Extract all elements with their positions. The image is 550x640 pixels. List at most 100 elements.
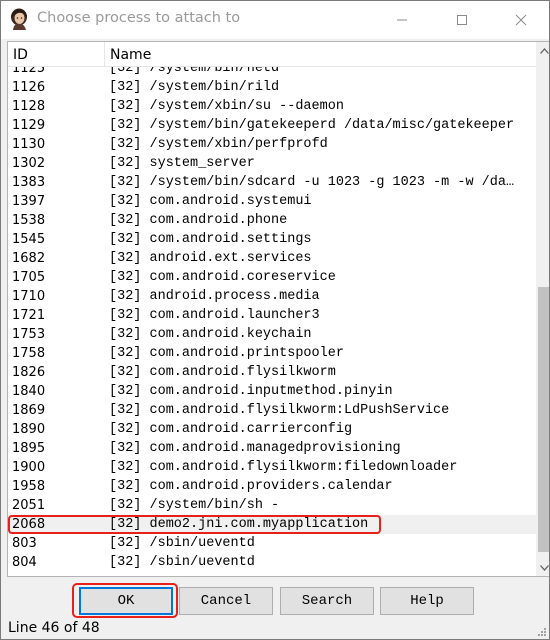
process-name: [32] com.android.phone [109,213,288,228]
process-name: [32] /system/xbin/su --daemon [109,99,344,114]
process-name: [32] com.android.coreservice [109,270,336,285]
table-row[interactable]: 1125 [32] /system/bin/netd [8,67,536,78]
table-row[interactable]: 804 [32] /sbin/ueventd [8,553,536,572]
status-line: Line 46 of 48 [8,620,100,636]
process-name: [32] demo2.jni.com.myapplication [109,517,369,532]
process-id: 1682 [12,251,46,266]
resize-grip-icon[interactable] [537,627,547,637]
title-bar[interactable]: Choose process to attach to [1,1,549,39]
process-name: [32] com.android.printspooler [109,346,344,361]
process-id: 1758 [12,346,46,361]
process-id: 1397 [12,194,46,209]
process-id: 1895 [12,441,46,456]
process-name: [32] com.android.launcher3 [109,308,320,323]
table-row[interactable]: 1900 [32] com.android.flysilkworm:filedow… [8,458,536,477]
process-id: 1545 [12,232,46,247]
table-row[interactable]: 1958 [32] com.android.providers.calendar [8,477,536,496]
process-id: 1826 [12,365,46,380]
maximize-button[interactable] [439,1,485,39]
column-header-id[interactable]: ID [13,42,28,66]
app-logo-icon [9,8,29,30]
table-row[interactable]: 1682 [32] android.ext.services [8,249,536,268]
table-row[interactable]: 1538 [32] com.android.phone [8,211,536,230]
process-id: 1383 [12,175,46,190]
process-id: 1958 [12,479,46,494]
table-row[interactable]: 1126 [32] /system/bin/rild [8,78,536,97]
table-row[interactable]: 2051 [32] /system/bin/sh - [8,496,536,515]
process-name: [32] /sbin/ueventd [109,536,255,551]
table-row[interactable]: 1397 [32] com.android.systemui [8,192,536,211]
process-id: 803 [12,536,37,551]
table-row[interactable]: 1545 [32] com.android.settings [8,230,536,249]
column-header-name[interactable]: Name [110,42,151,66]
process-id: 1869 [12,403,46,418]
table-row[interactable]: 803 [32] /sbin/ueventd [8,534,536,553]
scroll-up-button[interactable] [536,42,549,59]
process-name: [32] com.android.settings [109,232,312,247]
table-row-selected[interactable]: 2068 [32] demo2.jni.com.myapplication [8,515,536,534]
chevron-down-icon [539,564,549,571]
list-rows: 1125 [32] /system/bin/netd 1126 [32] /syste… [8,67,536,572]
process-name: [32] android.ext.services [109,251,312,266]
process-name: [32] com.android.systemui [109,194,312,209]
process-id: 1753 [12,327,46,342]
process-name: [32] /sbin/ueventd [109,555,255,570]
process-id: 1129 [12,118,46,133]
process-id: 1126 [12,80,46,95]
minimize-button[interactable] [379,1,425,39]
list-header: ID Name [8,42,536,67]
attach-process-dialog: Choose process to attach to ID Name 1125… [0,0,550,640]
table-row[interactable]: 1383 [32] /system/bin/sdcard -u 1023 -g 1… [8,173,536,192]
process-name: [32] /system/bin/gatekeeperd /data/misc/… [109,118,515,133]
process-id: 2051 [12,498,46,513]
table-row[interactable]: 1890 [32] com.android.carrierconfig [8,420,536,439]
window-title: Choose process to attach to [37,10,241,26]
table-row[interactable]: 1302 [32] system_server [8,154,536,173]
table-row[interactable]: 1129 [32] /system/bin/gatekeeperd /data/m… [8,116,536,135]
search-button[interactable]: Search [280,587,374,615]
process-name: [32] com.android.keychain [109,327,312,342]
process-id: 1302 [12,156,46,171]
ok-button[interactable]: OK [79,587,173,615]
process-name: [32] android.process.media [109,289,320,304]
list-body: 1125 [32] /system/bin/netd 1126 [32] /syste… [8,67,536,575]
process-name: [32] com.android.inputmethod.pinyin [109,384,393,399]
process-id: 1128 [12,99,46,114]
process-name: [32] com.android.flysilkworm:LdPushServi… [109,403,450,418]
process-id: 1840 [12,384,46,399]
process-name: [32] com.android.managedprovisioning [109,441,401,456]
process-name: [32] /system/bin/sdcard -u 1023 -g 1023 … [109,175,515,190]
table-row[interactable]: 1895 [32] com.android.managedprovisioning [8,439,536,458]
process-name: [32] /system/xbin/perfprofd [109,137,328,152]
table-row[interactable]: 1753 [32] com.android.keychain [8,325,536,344]
process-id: 1705 [12,270,46,285]
table-row[interactable]: 1840 [32] com.android.inputmethod.pinyin [8,382,536,401]
help-button[interactable]: Help [380,587,474,615]
cancel-button[interactable]: Cancel [179,587,273,615]
maximize-icon [457,15,467,25]
process-id: 1721 [12,308,46,323]
column-divider[interactable] [104,42,105,66]
vertical-scrollbar[interactable] [536,42,549,576]
process-id: 1130 [12,137,46,152]
table-row[interactable]: 1869 [32] com.android.flysilkworm:LdPushS… [8,401,536,420]
scroll-down-button[interactable] [536,559,549,576]
table-row[interactable]: 1710 [32] android.process.media [8,287,536,306]
close-button[interactable] [498,1,544,39]
process-name: [32] /system/bin/rild [109,80,280,95]
process-id: 1710 [12,289,46,304]
table-row[interactable]: 1758 [32] com.android.printspooler [8,344,536,363]
table-row[interactable]: 1705 [32] com.android.coreservice [8,268,536,287]
scrollbar-thumb[interactable] [538,287,549,552]
process-name: [32] /system/bin/sh - [109,498,280,513]
close-icon [515,14,527,26]
table-row[interactable]: 1130 [32] /system/xbin/perfprofd [8,135,536,154]
minimize-icon [397,19,407,21]
process-list[interactable]: ID Name 1125 [32] /system/bin/netd 1126 [32… [7,41,549,577]
process-name: [32] com.android.flysilkworm:filedownloa… [109,460,458,475]
table-row[interactable]: 1128 [32] /system/xbin/su --daemon [8,97,536,116]
table-row[interactable]: 1826 [32] com.android.flysilkworm [8,363,536,382]
table-row[interactable]: 1721 [32] com.android.launcher3 [8,306,536,325]
process-id: 1890 [12,422,46,437]
process-id: 1538 [12,213,46,228]
